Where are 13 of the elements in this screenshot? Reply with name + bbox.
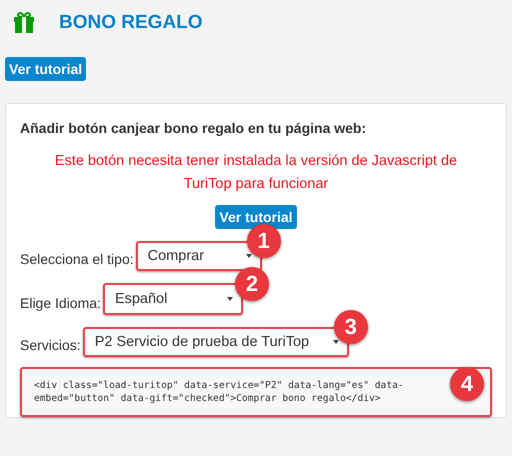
section-heading: Añadir botón canjear bono regalo en tu página web:: [20, 120, 368, 136]
warning-text: Este botón necesita tener instalada la versión de Javascript de TuriTop para funcionar: [54, 152, 458, 194]
tutorial-button[interactable]: Ver tutorial: [215, 205, 297, 229]
tutorial-button[interactable]: Ver tutorial: [5, 57, 86, 81]
field-label: Elige Idioma:: [20, 295, 101, 311]
caret-icon: [226, 297, 233, 301]
page-title: BONO REGALO: [59, 12, 203, 34]
field-label: Servicios:: [20, 337, 81, 353]
number-badge: 1: [246, 224, 281, 258]
number-badge: 3: [334, 310, 368, 344]
gift-icon: [12, 11, 36, 35]
field-label: Selecciona el tipo:: [20, 251, 134, 267]
number-badge: 2: [234, 267, 269, 301]
